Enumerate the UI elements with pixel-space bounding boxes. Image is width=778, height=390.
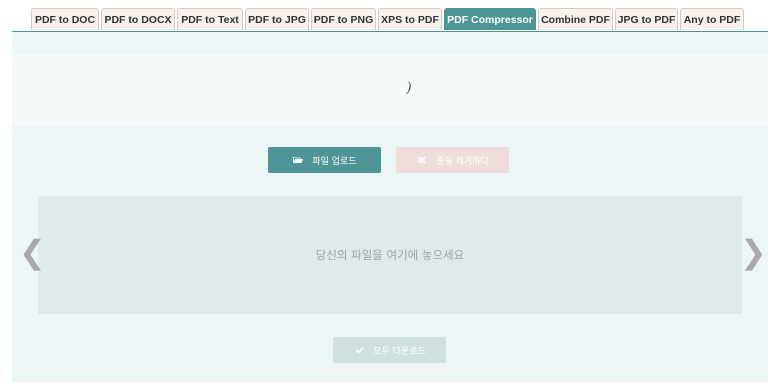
upload-button[interactable]: 파일 업로드 xyxy=(268,147,381,173)
tab-label: PDF Compressor xyxy=(447,13,533,26)
header-glyph: ) xyxy=(406,80,412,96)
chevron-right-icon[interactable]: ❯ xyxy=(740,236,767,268)
drop-zone-text: 당신의 파일을 여기에 놓으세요 xyxy=(315,248,465,262)
tab-pdf-compressor[interactable]: PDF Compressor xyxy=(444,8,536,30)
tab-pdf-to-jpg[interactable]: PDF to JPG xyxy=(245,8,309,30)
upload-button-label: 파일 업로드 xyxy=(312,156,357,167)
tab-combine-pdf[interactable]: Combine PDF xyxy=(538,8,613,30)
tab-label: Combine PDF xyxy=(541,13,610,26)
compressor-panel: 파일 업로드 줄을 제거하다 당신의 파일을 여기에 놓으세요 ❮ ❯ 모두 다… xyxy=(12,126,768,382)
tab-xps-to-pdf[interactable]: XPS to PDF xyxy=(378,8,442,30)
tab-label: PDF to DOC xyxy=(34,13,96,26)
drop-zone[interactable]: 당신의 파일을 여기에 놓으세요 xyxy=(38,196,742,314)
header-band: ) xyxy=(12,32,768,126)
tab-label: XPS to PDF xyxy=(381,13,439,26)
folder-open-icon xyxy=(292,154,304,166)
tab-any-to-pdf[interactable]: Any to PDF xyxy=(680,8,744,30)
tab-label: Any to PDF xyxy=(683,13,741,26)
remove-button-label: 줄을 제거하다 xyxy=(436,156,489,167)
tab-pdf-to-doc[interactable]: PDF to DOC xyxy=(31,8,99,30)
tab-pdf-to-png[interactable]: PDF to PNG xyxy=(311,8,376,30)
tab-label: PDF to PNG xyxy=(313,13,374,26)
download-all-button[interactable]: 모두 다운로드 xyxy=(333,337,446,363)
header-band-top xyxy=(12,32,768,54)
close-icon xyxy=(416,154,428,166)
tab-jpg-to-pdf[interactable]: JPG to PDF xyxy=(615,8,678,30)
remove-button[interactable]: 줄을 제거하다 xyxy=(396,147,509,173)
tab-pdf-to-text[interactable]: PDF to Text xyxy=(177,8,243,30)
tab-label: PDF to Text xyxy=(181,13,239,26)
tab-label: PDF to JPG xyxy=(248,13,306,26)
download-all-label: 모두 다운로드 xyxy=(373,346,426,357)
tab-pdf-to-docx[interactable]: PDF to DOCX xyxy=(101,8,175,30)
tab-label: JPG to PDF xyxy=(617,13,676,26)
check-icon xyxy=(353,344,365,356)
tab-label: PDF to DOCX xyxy=(104,13,172,26)
chevron-left-icon[interactable]: ❮ xyxy=(19,236,46,268)
